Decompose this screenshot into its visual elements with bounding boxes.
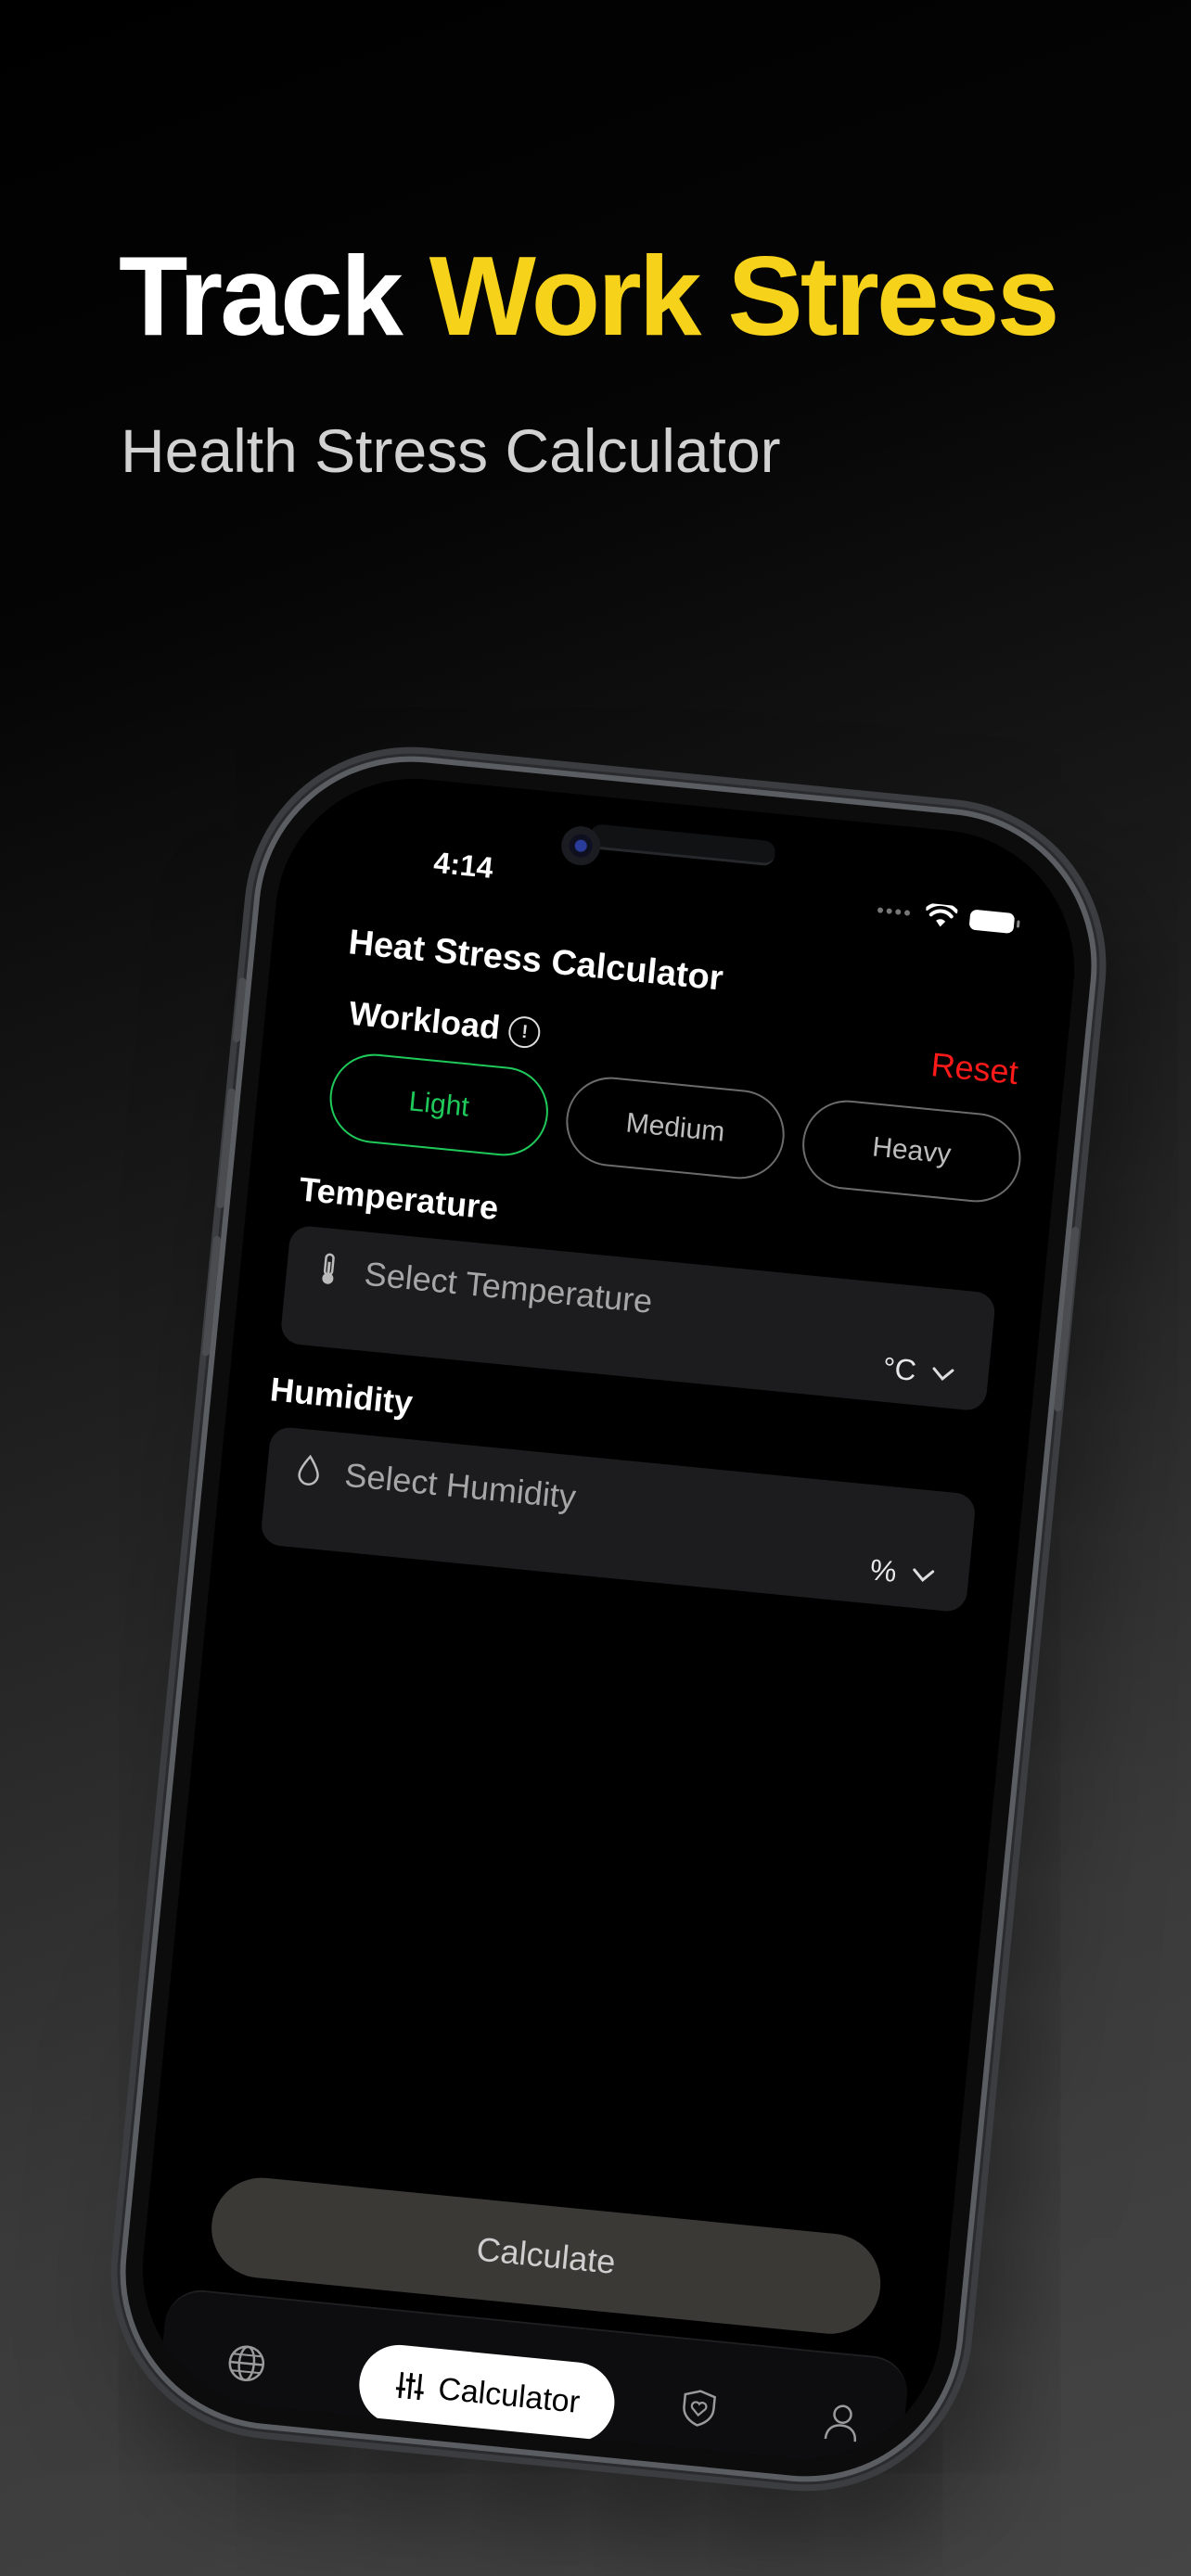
tab-calculator[interactable]: Calculator [355, 2340, 619, 2446]
hero-title-accent: Work Stress [429, 233, 1060, 359]
cellular-dots-icon: •••• [875, 898, 915, 925]
workload-option-medium[interactable]: Medium [561, 1073, 789, 1183]
tab-calculator-label: Calculator [436, 2370, 582, 2420]
temperature-placeholder: Select Temperature [363, 1254, 655, 1320]
phone-volume-down [201, 1235, 222, 1357]
chevron-down-icon [913, 1567, 935, 1582]
app-title: Heat Stress Calculator [346, 923, 725, 999]
phone-volume-up [216, 1088, 236, 1209]
info-icon[interactable]: ! [507, 1015, 543, 1051]
temperature-label: Temperature [297, 1169, 501, 1228]
status-time: 4:14 [431, 845, 495, 885]
workload-label: Workload! [347, 993, 543, 1052]
heart-shield-icon[interactable] [676, 2386, 721, 2430]
workload-label-text: Workload [347, 993, 503, 1047]
phone-power-button [1054, 1226, 1080, 1412]
humidity-label: Humidity [268, 1370, 415, 1422]
phone-screen: 4:14 •••• Heat Stress Calculator Reset W… [129, 766, 1088, 2472]
droplet-icon [298, 1454, 319, 1486]
globe-icon[interactable] [224, 2341, 269, 2386]
workload-option-light[interactable]: Light [326, 1050, 553, 1160]
temperature-unit-select[interactable]: °C [881, 1351, 956, 1392]
speaker-grille [588, 823, 776, 867]
chevron-down-icon [932, 1366, 954, 1381]
wifi-icon [925, 902, 958, 927]
humidity-select[interactable]: Select Humidity % [260, 1425, 977, 1613]
hero-title: Track Work Stress [119, 239, 1059, 352]
sliders-icon [396, 2372, 425, 2401]
hero-title-part1: Track [119, 233, 403, 359]
humidity-placeholder: Select Humidity [342, 1455, 578, 1516]
hero-subtitle: Health Stress Calculator [121, 416, 781, 485]
status-icons: •••• [876, 899, 1016, 936]
humidity-unit: % [868, 1552, 899, 1588]
reset-button[interactable]: Reset [929, 1045, 1020, 1092]
phone-mockup: 4:14 •••• Heat Stress Calculator Reset W… [105, 741, 1112, 2497]
person-icon[interactable] [820, 2400, 864, 2444]
humidity-unit-select[interactable]: % [868, 1552, 937, 1593]
battery-icon [968, 909, 1016, 935]
thermometer-icon [322, 1253, 335, 1284]
temperature-unit: °C [881, 1350, 918, 1388]
phone-side-button [232, 976, 247, 1043]
workload-option-heavy[interactable]: Heavy [798, 1096, 1025, 1206]
